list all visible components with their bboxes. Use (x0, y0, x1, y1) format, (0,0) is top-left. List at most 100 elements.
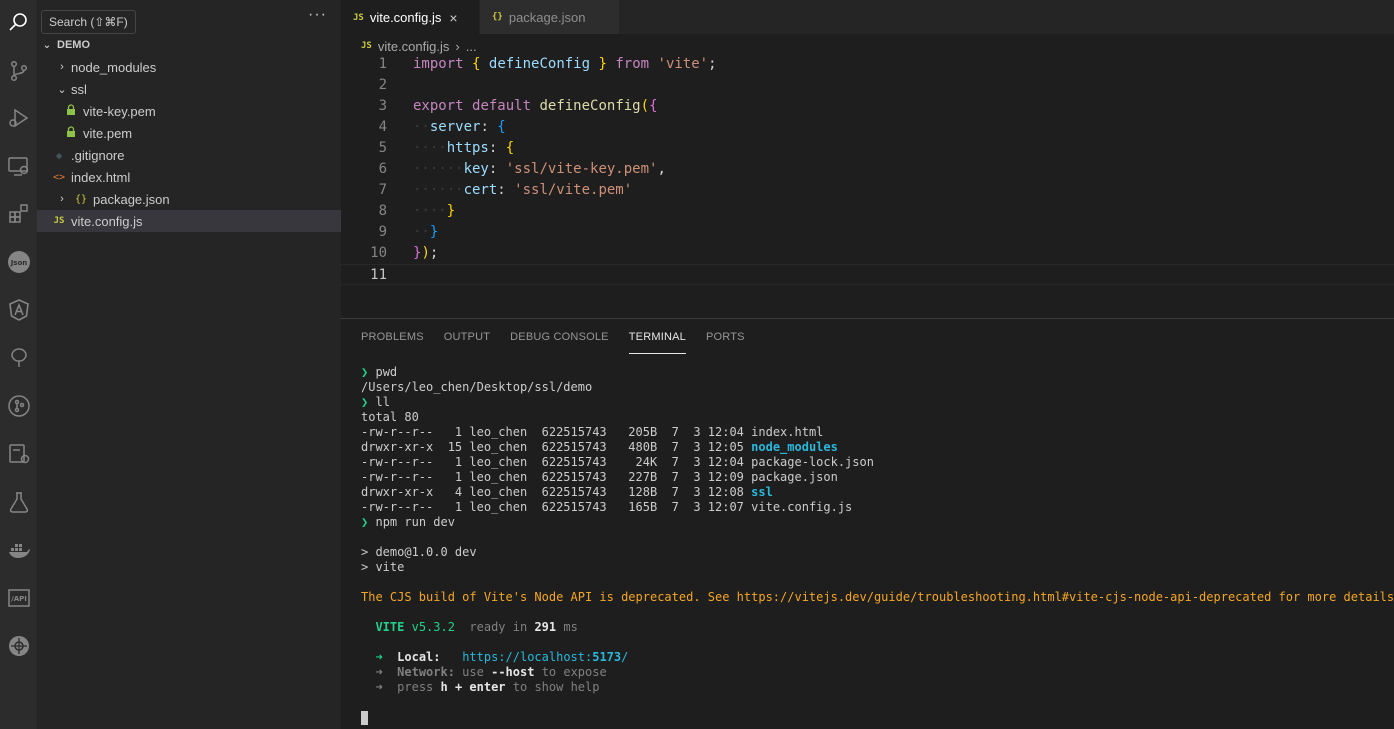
docker-compose-icon[interactable] (0, 435, 37, 473)
tree-item-label: .gitignore (71, 147, 125, 163)
ls-name: node_modules (751, 440, 838, 454)
code-line: 7 ······cert: 'ssl/vite.pem' (341, 180, 1394, 201)
code-line: 6 ······key: 'ssl/vite-key.pem', (341, 159, 1394, 180)
ls-name: vite.config.js (751, 500, 853, 514)
more-actions-icon[interactable]: ··· (308, 6, 327, 24)
code-line: 2 (341, 75, 1394, 96)
line-number: 4 (378, 119, 387, 135)
close-icon[interactable]: × (449, 10, 457, 26)
tree-item-ssl[interactable]: ⌄ ssl (37, 78, 341, 100)
breadcrumb-tail[interactable]: ... (466, 39, 477, 54)
search-icon[interactable] (0, 3, 37, 41)
prompt-symbol: ❯ (361, 365, 369, 379)
tab-debug-console[interactable]: DEBUG CONSOLE (510, 319, 609, 354)
tree-item-label: node_modules (71, 59, 157, 75)
terminal-line: ❯ pwd (361, 365, 1394, 380)
terminal-line: total 80 (361, 410, 419, 424)
prompt-symbol: ❯ (361, 515, 369, 529)
bottom-panel: PROBLEMS OUTPUT DEBUG CONSOLE TERMINAL P… (341, 318, 1394, 729)
tree-item-label: vite.config.js (71, 213, 143, 229)
source-control-icon[interactable] (0, 52, 37, 90)
code-line: 9 ··} (341, 222, 1394, 243)
terminal-line: ❯ ll (361, 395, 1394, 410)
breadcrumb-separator: › (455, 38, 460, 54)
command: ll (375, 395, 390, 409)
tree-item-node-modules[interactable]: › node_modules (37, 56, 341, 78)
kubernetes-icon[interactable] (0, 627, 37, 665)
terminal[interactable]: ❯ pwd /Users/leo_chen/Desktop/ssl/demo ❯… (361, 365, 1394, 725)
terminal-cursor-line (361, 710, 1394, 725)
json-icon[interactable]: Json (0, 243, 37, 281)
tree-icon[interactable] (0, 339, 37, 377)
code-line: 4 ··server: { (341, 117, 1394, 138)
ls-name: package.json (751, 470, 838, 484)
lock-icon (63, 126, 79, 140)
code-line: 8 ····} (341, 201, 1394, 222)
vite-ready-line: VITE v5.3.2 ready in 291 ms (375, 620, 578, 634)
help-line: ➜ press h + enter to show help (375, 680, 600, 694)
svg-text:/API: /API (11, 595, 27, 603)
js-file-icon: JS (361, 41, 372, 51)
tab-package-json[interactable]: {} package.json (480, 0, 619, 34)
folder-demo[interactable]: ⌄ DEMO (37, 34, 341, 56)
js-file-icon: JS (353, 12, 364, 23)
remote-explorer-icon[interactable] (0, 147, 37, 185)
angular-icon[interactable] (0, 291, 37, 329)
tree-item-label: vite-key.pem (83, 103, 156, 119)
tree-item-vite-key-pem[interactable]: vite-key.pem (37, 100, 341, 122)
code-line-current: 11 (341, 264, 1394, 285)
api-icon[interactable]: /API (0, 579, 37, 617)
docker-icon[interactable] (0, 531, 37, 569)
ls-row: drwxr-xr-x 4 leo_chen 622515743 128B 7 3… (361, 485, 773, 499)
line-number: 6 (378, 161, 387, 177)
line-number: 3 (378, 98, 387, 114)
tree-item-vite-pem[interactable]: vite.pem (37, 122, 341, 144)
chevron-down-icon: ⌄ (57, 83, 67, 96)
tab-problems[interactable]: PROBLEMS (361, 319, 424, 354)
terminal-cursor (361, 710, 368, 725)
local-url-link[interactable]: https://localhost:5173/ (462, 650, 628, 664)
tree-item-package-json[interactable]: › {} package.json (37, 188, 341, 210)
ls-name: index.html (751, 425, 824, 439)
js-file-icon: JS (53, 216, 65, 226)
tree-item-index-html[interactable]: <> index.html (37, 166, 341, 188)
testing-flask-icon[interactable] (0, 483, 37, 521)
deprecation-warning: The CJS build of Vite's Node API is depr… (361, 590, 1394, 604)
search-tooltip: Search (⇧⌘F) (41, 10, 136, 34)
terminal-line: > demo@1.0.0 dev (361, 545, 477, 559)
tab-ports[interactable]: PORTS (706, 319, 745, 354)
tree-item-label: vite.pem (83, 125, 133, 141)
prompt-symbol: ❯ (361, 395, 369, 409)
tab-output[interactable]: OUTPUT (444, 319, 490, 354)
tab-vite-config-js[interactable]: JS vite.config.js × (341, 0, 479, 34)
tree-item-vite-config-js[interactable]: JS vite.config.js (37, 210, 341, 232)
tab-terminal[interactable]: TERMINAL (628, 319, 686, 354)
line-number: 8 (378, 203, 387, 219)
code-line: 10}); (341, 243, 1394, 264)
explorer-sidebar: ··· ⌄ DEMO › node_modules ⌄ ssl vite-key… (37, 0, 341, 729)
git-graph-icon[interactable] (0, 387, 37, 425)
code-line: 1 import { defineConfig } from 'vite'; (341, 54, 1394, 75)
ls-row: drwxr-xr-x 15 leo_chen 622515743 480B 7 … (361, 440, 838, 454)
run-debug-icon[interactable] (0, 99, 37, 137)
tree-item-gitignore[interactable]: ◆ .gitignore (37, 144, 341, 166)
command: npm run dev (375, 515, 455, 529)
line-number: 2 (378, 77, 387, 93)
extensions-icon[interactable] (0, 195, 37, 233)
chevron-right-icon: › (60, 61, 64, 73)
code-line: 3 export default defineConfig({ (341, 96, 1394, 117)
editor-tabs: JS vite.config.js × {} package.json (341, 0, 1394, 34)
breadcrumb-file[interactable]: vite.config.js (378, 39, 450, 54)
git-file-icon: ◆ (55, 148, 63, 162)
folder-name: DEMO (57, 39, 90, 51)
code-area[interactable]: 1 import { defineConfig } from 'vite'; 2 … (341, 54, 1394, 285)
tree-item-label: package.json (93, 191, 170, 207)
code-line: 5 ····https: { (341, 138, 1394, 159)
json-file-icon: {} (74, 193, 88, 205)
tree-item-label: index.html (71, 169, 131, 185)
panel-tabs: PROBLEMS OUTPUT DEBUG CONSOLE TERMINAL P… (361, 319, 765, 354)
